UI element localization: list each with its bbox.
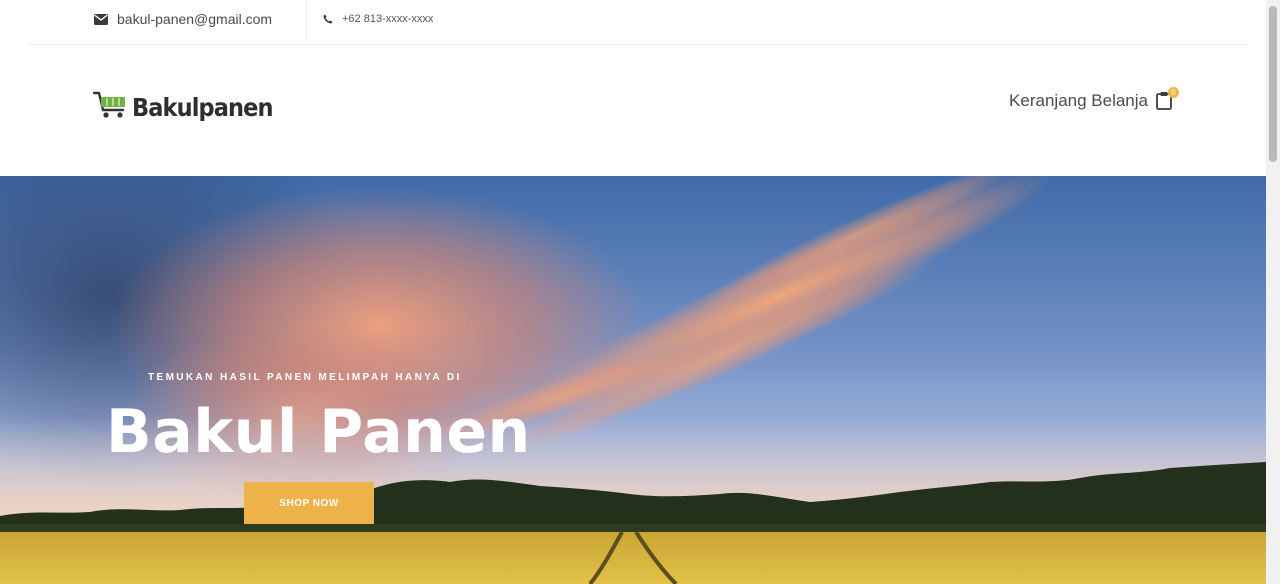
scrollbar-thumb[interactable] [1269,6,1277,162]
phone-icon [323,14,333,24]
cart-label: Keranjang Belanja [1009,91,1148,110]
cart-link[interactable]: Keranjang Belanja 0 [1009,87,1179,111]
shopping-cart-icon [92,90,129,125]
topbar-divider [306,0,307,44]
page: bakul-panen@gmail.com +62 813-xxxx-xxxx [0,0,1280,584]
site-header: Bakulpanen Keranjang Belanja 0 [0,45,1266,176]
cart-count-badge: 0 [1168,87,1179,98]
hero-title: Bakul Panen [106,397,531,467]
logo-text: Bakulpanen [132,93,274,122]
contact-email[interactable]: bakul-panen@gmail.com [94,10,272,28]
top-info-bar: bakul-panen@gmail.com +62 813-xxxx-xxxx [0,0,1266,44]
envelope-icon [94,13,108,25]
clipboard-icon: 0 [1156,87,1179,111]
hero-banner: TEMUKAN HASIL PANEN MELIMPAH HANYA DI Ba… [0,176,1266,584]
site-logo[interactable]: Bakulpanen [92,90,288,125]
contact-phone-text: +62 813-xxxx-xxxx [342,13,434,25]
contact-email-text: bakul-panen@gmail.com [117,11,273,27]
page-scrollbar[interactable] [1266,0,1280,584]
shop-now-button[interactable]: SHOP NOW [244,482,374,524]
hero-subtitle: TEMUKAN HASIL PANEN MELIMPAH HANYA DI [148,372,462,383]
contact-phone[interactable]: +62 813-xxxx-xxxx [323,10,433,28]
